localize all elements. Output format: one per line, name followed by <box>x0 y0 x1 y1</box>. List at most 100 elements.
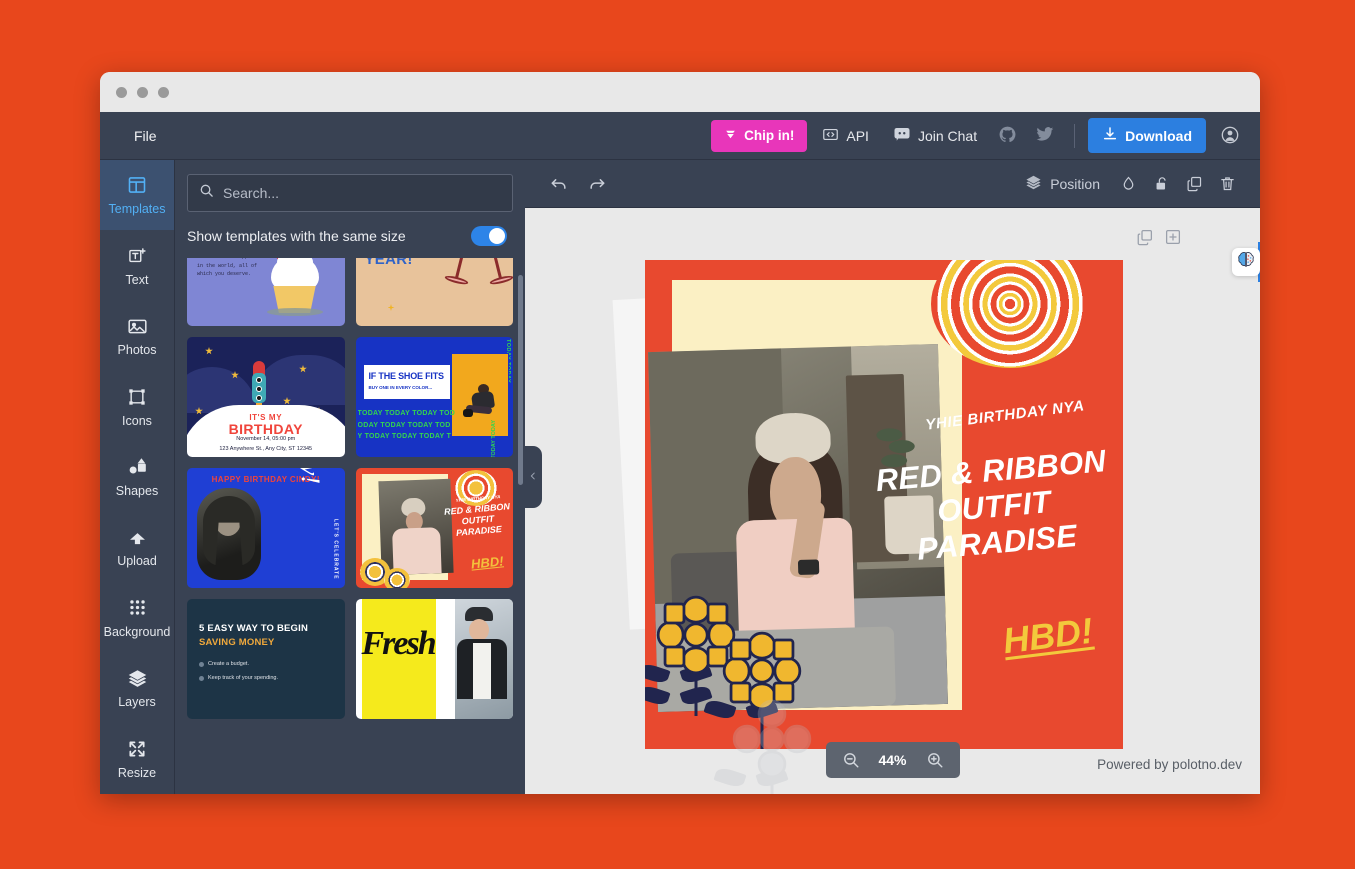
powered-by-label: Powered by polotno.dev <box>1097 757 1242 772</box>
template-photo <box>455 599 513 719</box>
add-page-button[interactable] <box>1164 228 1182 246</box>
position-label: Position <box>1050 175 1100 192</box>
chip-in-button[interactable]: Chip in! <box>711 119 808 152</box>
window-maximize-button[interactable] <box>158 86 169 98</box>
sidebar-item-label: Templates <box>108 202 166 217</box>
page-tools <box>1136 228 1182 246</box>
opacity-button[interactable] <box>1114 169 1143 198</box>
window-minimize-button[interactable] <box>137 86 148 98</box>
undo-button[interactable] <box>543 168 575 200</box>
panel-scrollbar[interactable] <box>518 275 523 485</box>
window-titlebar <box>100 72 1260 112</box>
api-label: API <box>846 127 869 144</box>
sidebar-item-layers[interactable]: Layers <box>100 653 174 723</box>
github-icon <box>998 125 1017 147</box>
flower-decoration-icon <box>383 568 410 588</box>
templates-icon <box>127 174 147 196</box>
sidebar-item-background[interactable]: Background <box>100 583 174 653</box>
same-size-toggle[interactable] <box>471 226 507 246</box>
window-close-button[interactable] <box>116 86 127 98</box>
api-link[interactable]: API <box>813 119 878 153</box>
text-icon <box>127 245 147 267</box>
icons-icon <box>127 386 147 408</box>
download-icon <box>1102 126 1118 145</box>
file-menu-button[interactable]: File <box>124 122 167 150</box>
redo-button[interactable] <box>581 168 613 200</box>
search-box[interactable] <box>187 174 513 212</box>
template-line2: SAVING MONEY <box>199 637 275 648</box>
sidebar-item-photos[interactable]: Photos <box>100 301 174 371</box>
sidebar-item-text[interactable]: Text <box>100 230 174 300</box>
canvas-workspace: Position YHIE BIRTHDAY NYA RED & RIBBON … <box>525 160 1260 794</box>
zoom-control: 44% <box>825 742 960 778</box>
design-headline[interactable]: RED & RIBBON OUTFIT PARADISE <box>865 442 1123 571</box>
sparkle-icon <box>370 290 410 320</box>
position-button[interactable]: Position <box>1015 168 1110 200</box>
sidebar-item-icons[interactable]: Icons <box>100 371 174 441</box>
ai-panel-button[interactable] <box>1232 248 1260 276</box>
template-card-new-year[interactable]: TO THENEWYEAR! <box>355 258 513 326</box>
template-script: Fresh <box>361 625 437 662</box>
template-line1: 5 EASY WAY TO BEGIN <box>199 623 309 634</box>
duplicate-button[interactable] <box>1180 169 1209 198</box>
canvas-toolbar-actions: Position <box>1015 168 1242 200</box>
chip-in-icon <box>724 128 737 144</box>
download-button[interactable]: Download <box>1088 118 1206 153</box>
template-card-red-ribbon[interactable]: YHIE BIRTHDAY NYA RED & RIBBON OUTFIT PARA… <box>355 468 513 588</box>
background-icon <box>128 597 147 619</box>
zoom-out-button[interactable] <box>842 751 860 769</box>
flower-overflow-icon <box>713 696 815 794</box>
chip-in-label: Chip in! <box>744 128 795 143</box>
template-body: I want to wish you all the love and happ… <box>197 258 263 278</box>
photos-icon <box>127 315 148 337</box>
design-canvas[interactable]: YHIE BIRTHDAY NYA RED & RIBBON OUTFIT PA… <box>612 260 1123 794</box>
search-input[interactable] <box>223 185 501 201</box>
top-nav-actions: Chip in! API Join Chat Download <box>711 117 1246 154</box>
github-link[interactable] <box>992 118 1023 154</box>
app-body: Templates Text Photos Icons Shapes Uploa… <box>100 160 1260 794</box>
template-headline: RED & RIBBON OUTFIT PARADISE <box>443 501 511 539</box>
template-script: Fab Forty! <box>295 468 325 484</box>
template-bullet: Create a budget. <box>199 661 249 667</box>
template-meta: November 14, 05:00 pm 123 Anywhere St., A… <box>219 436 313 452</box>
sidebar-item-label: Text <box>125 272 149 287</box>
template-footer: LET'S CELEBRATE <box>332 519 339 580</box>
template-card-fab-forty[interactable]: HAPPY BIRTHDAY CINDY! Fab Forty! LET'S C… <box>187 468 345 588</box>
sidebar-item-shapes[interactable]: Shapes <box>100 442 174 512</box>
sidebar-item-resize[interactable]: Resize <box>100 724 174 794</box>
twitter-link[interactable] <box>1029 117 1061 154</box>
template-card-shoe-fits[interactable]: TODAY TODAY TODAY TODAY TODAY TOD ODAY T… <box>355 337 513 457</box>
template-hbd: HBD! <box>469 553 504 572</box>
sidebar-item-label: Background <box>103 624 171 639</box>
template-photo <box>197 488 261 580</box>
canvas-toolbar: Position <box>525 160 1260 208</box>
template-card-cupcake[interactable]: Be Sweet I want to wish you all the love… <box>187 258 345 326</box>
template-card-rocket-birthday[interactable]: IT'S MY BIRTHDAY November 14, 05:00 pm 12… <box>187 337 345 457</box>
sidebar-item-templates[interactable]: Templates <box>100 160 174 231</box>
sidebar-item-label: Photos <box>117 343 157 358</box>
lock-button[interactable] <box>1147 169 1176 198</box>
layers-stack-icon <box>1025 174 1042 194</box>
sidebar-item-label: Resize <box>117 765 157 780</box>
template-card-saving-money[interactable]: 5 EASY WAY TO BEGIN SAVING MONEY Create … <box>187 599 345 719</box>
join-chat-label: Join Chat <box>917 127 978 144</box>
template-card-fresh[interactable]: Fresh <box>355 599 513 719</box>
resize-icon <box>127 738 147 760</box>
sidebar-item-label: Icons <box>122 413 152 428</box>
delete-button[interactable] <box>1213 169 1242 198</box>
marquee-bottom: TODAY TODAY <box>491 420 497 457</box>
sidebar-item-label: Upload <box>117 554 157 569</box>
duplicate-page-button[interactable] <box>1136 228 1154 246</box>
design-hbd-text[interactable]: HBD! <box>1001 610 1095 663</box>
panel-collapse-handle[interactable] <box>524 446 542 508</box>
nav-divider <box>1074 123 1076 148</box>
upload-icon <box>127 526 148 548</box>
sidebar-item-upload[interactable]: Upload <box>100 512 174 582</box>
template-bullet: Keep track of your spending. <box>199 675 278 681</box>
app-window: File Chip in! API Join Chat Download Tem… <box>100 72 1260 794</box>
join-chat-link[interactable]: Join Chat <box>884 118 986 153</box>
zoom-in-button[interactable] <box>926 751 944 769</box>
canvas-page[interactable]: YHIE BIRTHDAY NYA RED & RIBBON OUTFIT PA… <box>645 260 1123 794</box>
same-size-toggle-label: Show templates with the same size <box>187 228 406 244</box>
account-button[interactable] <box>1212 121 1246 150</box>
